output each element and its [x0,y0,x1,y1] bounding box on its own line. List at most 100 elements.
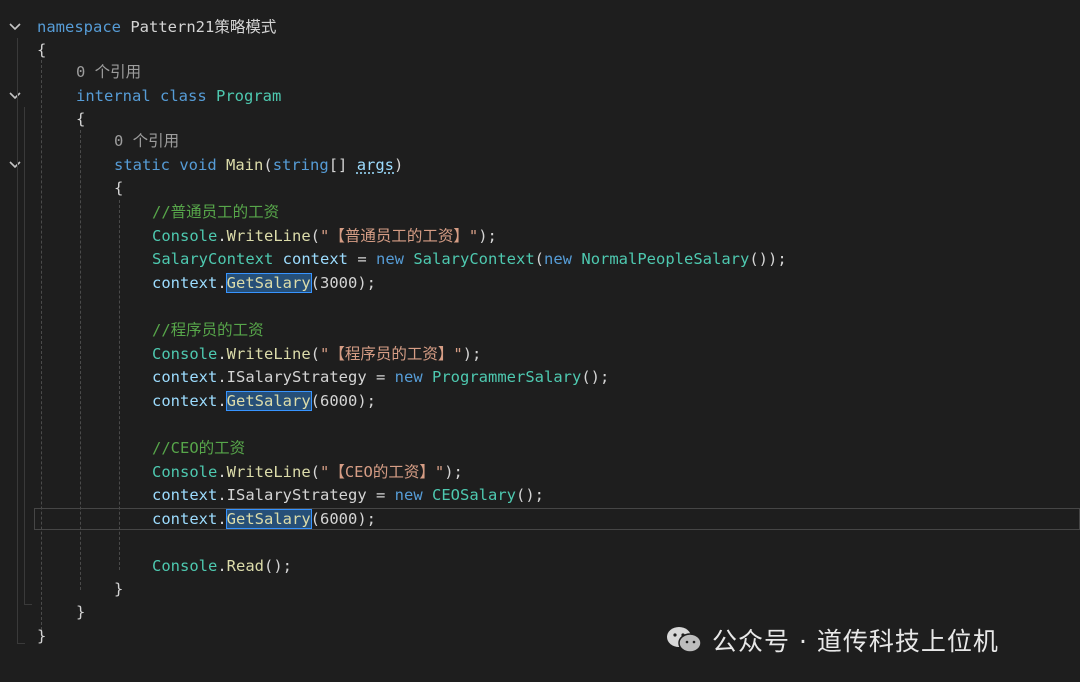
operator: = [348,250,376,268]
punctuation: . [217,274,227,292]
code-line[interactable]: //普通员工的工资 [152,200,279,224]
code-line[interactable]: Console.WriteLine("【CEO的工资】"); [152,460,463,484]
number-literal: 3000 [320,274,358,292]
class-name: Console [152,463,218,481]
punctuation: (); [581,368,610,386]
punctuation: ( [534,250,545,268]
codelens-references[interactable]: 0 个引用 [114,129,179,153]
code-line[interactable]: Console.Read(); [152,554,292,578]
code-line[interactable]: //CEO的工资 [152,436,245,460]
property-name: ISalaryStrategy [226,486,367,504]
code-line[interactable]: Console.WriteLine("【程序员的工资】"); [152,342,481,366]
code-line[interactable]: { [114,176,123,200]
punctuation: ( [310,392,321,410]
class-name: Console [152,227,218,245]
keyword: namespace [37,18,121,36]
code-line[interactable]: } [114,577,123,601]
punctuation: ( [310,510,321,528]
punctuation: . [217,392,227,410]
punctuation: . [217,368,227,386]
fold-chevron-icon[interactable] [8,158,22,172]
codelens-text: 0 个引用 [76,63,142,81]
string-literal: "【程序员的工资】" [320,345,463,363]
code-line[interactable]: { [76,107,85,131]
highlighted-method[interactable]: GetSalary [225,509,312,529]
open-brace: { [76,110,86,128]
fold-region-line [24,107,25,604]
method-name: WriteLine [226,463,311,481]
class-name: Console [152,345,218,363]
variable-name: context [282,250,348,268]
code-line[interactable]: { [37,38,46,62]
keyword: new [544,250,573,268]
punctuation: ()); [749,250,787,268]
open-brace: { [114,179,124,197]
parameter-name: args [356,156,395,174]
variable-name: context [152,368,218,386]
property-name: ISalaryStrategy [226,368,367,386]
code-line[interactable]: context.ISalaryStrategy = new CEOSalary(… [152,483,544,507]
code-line[interactable]: } [37,624,46,648]
class-name: SalaryContext [413,250,535,268]
highlighted-method[interactable]: GetSalary [225,391,312,411]
fold-region-line [17,38,18,643]
close-brace: } [114,580,124,598]
punctuation: ); [462,345,482,363]
variable-name: context [152,486,218,504]
code-line[interactable]: //程序员的工资 [152,318,264,342]
keyword: new [394,486,423,504]
punctuation: ( [310,463,321,481]
code-line[interactable]: } [76,600,85,624]
comment: //普通员工的工资 [152,203,280,221]
keyword: new [394,368,423,386]
codelens-references[interactable]: 0 个引用 [76,60,141,84]
string-literal: "【CEO的工资】" [320,463,445,481]
class-name: ProgrammerSalary [432,368,582,386]
class-name: CEOSalary [432,486,516,504]
punctuation: . [217,227,227,245]
punctuation: ); [444,463,463,481]
code-editor[interactable]: namespace Pattern21策略模式 { 0 个引用 internal… [0,0,1080,682]
highlighted-method[interactable]: GetSalary [225,273,312,293]
punctuation: ) [394,156,404,174]
punctuation: ( [263,156,273,174]
code-line[interactable]: context.GetSalary(6000); [152,389,376,413]
class-name: Program [216,87,282,105]
wechat-icon [667,627,702,653]
punctuation: (); [264,557,292,575]
method-name: Main [226,156,264,174]
punctuation: . [217,486,227,504]
codelens-text: 0 个引用 [114,132,180,150]
indent-guide [41,60,42,635]
punctuation: . [217,510,227,528]
punctuation: ); [357,392,377,410]
punctuation: ); [478,227,497,245]
code-line[interactable]: context.GetSalary(3000); [152,271,376,295]
fold-chevron-icon[interactable] [8,20,22,34]
code-line[interactable]: SalaryContext context = new SalaryContex… [152,247,787,271]
namespace-name: Pattern21策略模式 [130,18,277,36]
punctuation: (); [516,486,544,504]
code-line[interactable]: static void Main(string[] args) [114,153,403,177]
number-literal: 6000 [320,392,358,410]
method-name: WriteLine [226,227,311,245]
code-line[interactable]: internal class Program [76,84,281,108]
variable-name: context [152,274,218,292]
code-line[interactable]: namespace Pattern21策略模式 [37,15,276,39]
close-brace: } [37,627,47,645]
code-line[interactable]: Console.WriteLine("【普通员工的工资】"); [152,224,497,248]
close-brace: } [76,603,86,621]
fold-region-end [24,604,32,605]
keyword: void [179,156,217,174]
punctuation: ); [357,510,377,528]
code-line[interactable]: context.ISalaryStrategy = new Programmer… [152,365,609,389]
string-literal: "【普通员工的工资】" [320,227,479,245]
punctuation: . [217,463,227,481]
watermark-text: 公众号 · 道传科技上位机 [712,627,999,656]
code-line-current[interactable]: context.GetSalary(6000); [152,507,376,531]
fold-chevron-icon[interactable] [8,89,22,103]
punctuation: ( [310,227,321,245]
